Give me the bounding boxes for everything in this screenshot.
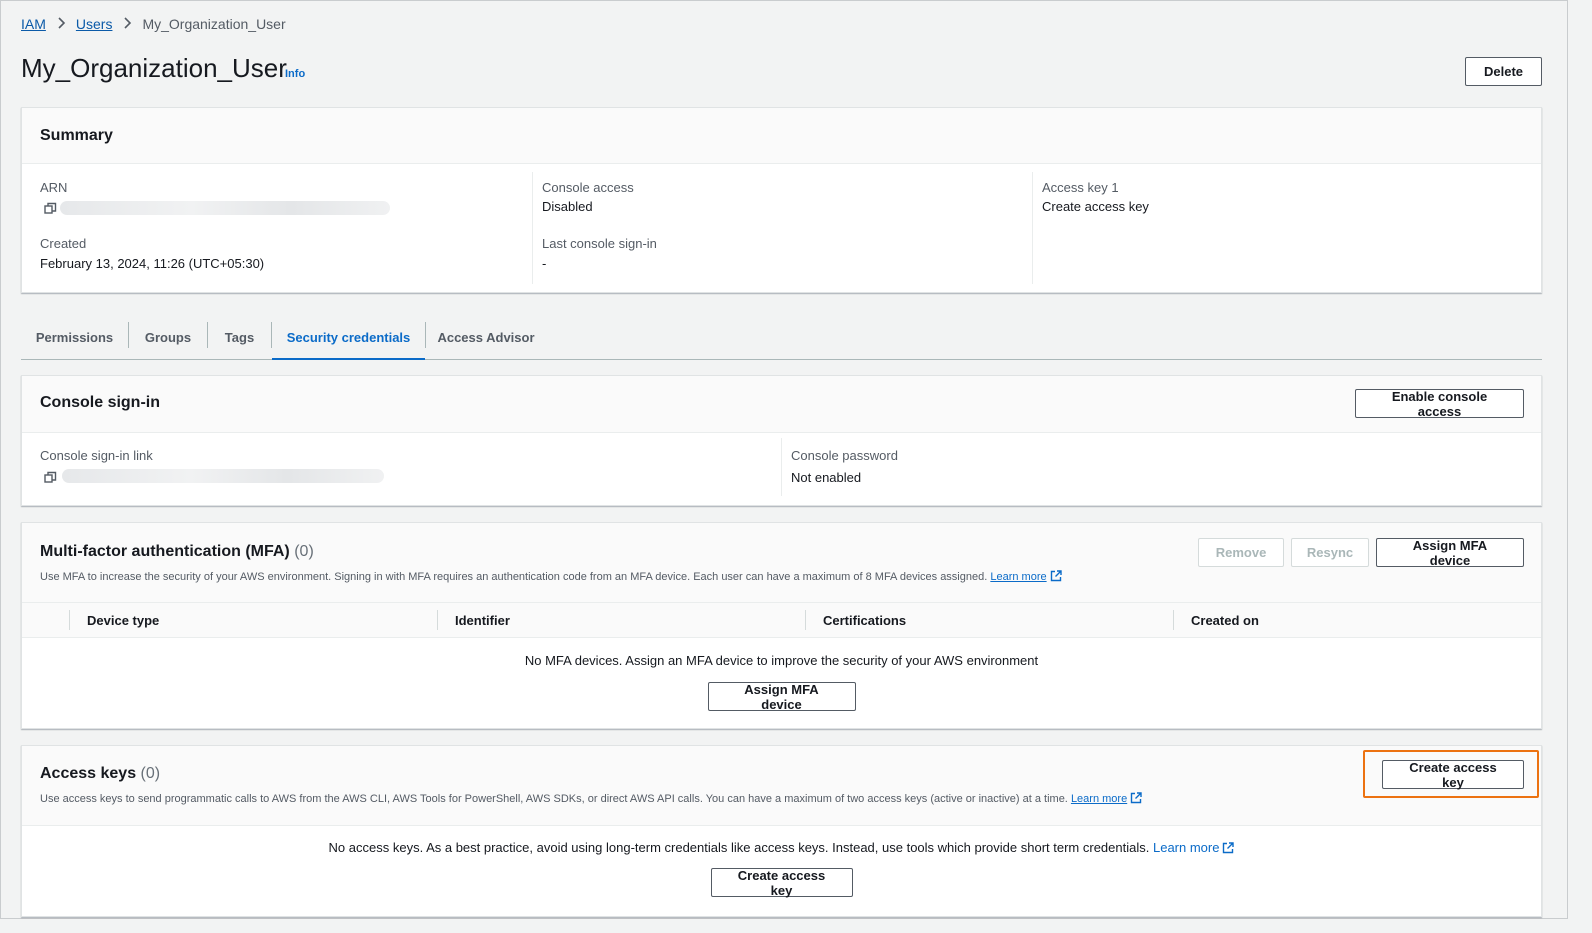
column-certifications[interactable]: Certifications	[823, 613, 906, 628]
mfa-panel: Multi-factor authentication (MFA) (0) Us…	[21, 522, 1542, 729]
access-key-label: Access key 1	[1042, 180, 1119, 195]
create-access-key-link[interactable]: Create access key	[1042, 199, 1149, 214]
breadcrumb-current: My_Organization_User	[142, 16, 286, 32]
mfa-header: Multi-factor authentication (MFA) (0) Us…	[22, 523, 1541, 603]
column-divider	[437, 610, 438, 630]
tab-security-credentials[interactable]: Security credentials	[272, 316, 425, 360]
created-label: Created	[40, 236, 87, 251]
tab-access-advisor[interactable]: Access Advisor	[426, 316, 546, 359]
remove-button[interactable]: Remove	[1198, 538, 1284, 567]
summary-header: Summary	[22, 108, 1541, 164]
info-link[interactable]: Info	[285, 68, 305, 80]
last-signin-label: Last console sign-in	[542, 236, 657, 251]
access-keys-empty-message: No access keys. As a best practice, avoi…	[22, 840, 1541, 855]
column-divider	[781, 438, 782, 496]
column-divider	[805, 610, 806, 630]
access-keys-description-text: Use access keys to send programmatic cal…	[40, 793, 1068, 805]
mfa-learn-more-link[interactable]: Learn more	[990, 571, 1046, 583]
console-signin-header: Console sign-in Enable console access	[22, 376, 1541, 433]
access-keys-count: (0)	[140, 765, 161, 782]
access-keys-panel: Access keys (0) Use access keys to send …	[21, 745, 1542, 917]
copy-icon[interactable]	[44, 202, 57, 215]
created-value: February 13, 2024, 11:26 (UTC+05:30)	[40, 256, 265, 271]
tab-tags[interactable]: Tags	[208, 316, 271, 359]
last-signin-value: -	[542, 256, 547, 271]
breadcrumb-users[interactable]: Users	[76, 16, 113, 32]
arn-value-redacted	[60, 201, 390, 215]
access-keys-title: Access keys (0)	[40, 765, 160, 783]
summary-column-console: Console access Disabled Last console sig…	[532, 172, 1032, 284]
assign-mfa-device-empty-button[interactable]: Assign MFA device	[707, 682, 856, 712]
tab-groups[interactable]: Groups	[129, 316, 207, 359]
mfa-empty-actions: Assign MFA device	[22, 682, 1541, 712]
tab-bar: Permissions Groups Tags Security credent…	[21, 316, 1542, 360]
breadcrumb: IAM Users My_Organization_User	[21, 16, 286, 32]
access-keys-header: Access keys (0) Use access keys to send …	[22, 746, 1541, 826]
assign-mfa-device-button[interactable]: Assign MFA device	[1376, 538, 1524, 568]
console-signin-title: Console sign-in	[40, 394, 160, 411]
console-signin-link-redacted	[62, 469, 384, 483]
mfa-title-text: Multi-factor authentication (MFA)	[40, 543, 290, 560]
access-keys-empty-learn-more-link[interactable]: Learn more	[1153, 840, 1219, 855]
console-signin-link-label: Console sign-in link	[40, 448, 153, 463]
create-access-key-empty-button[interactable]: Create access key	[710, 868, 853, 898]
chevron-right-icon	[52, 16, 70, 32]
external-link-icon	[1130, 792, 1142, 804]
access-keys-empty-actions: Create access key	[22, 868, 1541, 898]
mfa-description-text: Use MFA to increase the security of your…	[40, 571, 988, 583]
column-device-type[interactable]: Device type	[87, 613, 159, 628]
mfa-count: (0)	[294, 543, 314, 560]
column-divider	[1173, 610, 1174, 630]
mfa-title: Multi-factor authentication (MFA) (0)	[40, 543, 314, 561]
breadcrumb-iam[interactable]: IAM	[21, 16, 46, 32]
console-password-value: Not enabled	[791, 470, 862, 485]
resync-button[interactable]: Resync	[1291, 538, 1369, 567]
mfa-table-header: Device type Identifier Certifications Cr…	[22, 603, 1541, 638]
summary-column-arn: ARN Created February 13, 2024, 11:26 (UT…	[40, 172, 530, 284]
access-keys-title-text: Access keys	[40, 765, 137, 782]
enable-console-access-button[interactable]: Enable console access	[1355, 389, 1524, 419]
access-keys-description: Use access keys to send programmatic cal…	[40, 792, 1142, 805]
tab-permissions[interactable]: Permissions	[21, 316, 128, 359]
summary-title: Summary	[40, 127, 113, 144]
page-title: My_Organization_User	[21, 53, 287, 83]
column-identifier[interactable]: Identifier	[455, 613, 510, 628]
console-access-value: Disabled	[542, 199, 593, 214]
arn-label: ARN	[40, 180, 68, 195]
mfa-empty-message: No MFA devices. Assign an MFA device to …	[524, 653, 1039, 668]
delete-button[interactable]: Delete	[1465, 57, 1542, 86]
summary-column-access-key: Access key 1 Create access key	[1032, 172, 1532, 284]
mfa-description: Use MFA to increase the security of your…	[40, 570, 1062, 583]
console-signin-panel: Console sign-in Enable console access Co…	[21, 375, 1542, 506]
summary-panel: Summary ARN Created February 13, 2024, 1…	[21, 107, 1542, 293]
console-access-label: Console access	[542, 180, 634, 195]
column-created-on[interactable]: Created on	[1191, 613, 1259, 628]
create-access-key-button[interactable]: Create access key	[1382, 760, 1524, 790]
copy-icon[interactable]	[44, 471, 57, 484]
console-password-label: Console password	[791, 448, 898, 463]
external-link-icon	[1050, 570, 1062, 582]
access-keys-empty-text: No access keys. As a best practice, avoi…	[328, 840, 1150, 855]
access-keys-learn-more-link[interactable]: Learn more	[1071, 793, 1127, 805]
chevron-right-icon	[118, 16, 136, 32]
column-divider	[69, 610, 70, 630]
external-link-icon	[1222, 842, 1235, 854]
